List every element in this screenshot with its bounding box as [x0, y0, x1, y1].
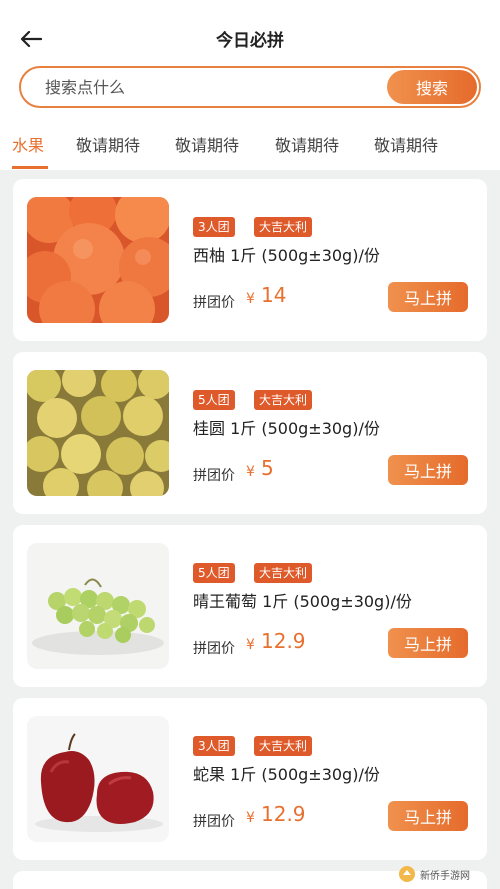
product-name: 桂圆 1斤 (500g±30g)/份 [193, 419, 380, 438]
watermark-logo-icon [399, 866, 415, 882]
join-group-button[interactable]: 马上拼 [388, 282, 468, 312]
product-card[interactable]: 5人团 大吉大利 晴王葡萄 1斤 (500g±30g)/份 拼团价 ¥ 12.9… [13, 525, 487, 687]
group-size-badge: 3人团 [193, 217, 235, 237]
product-card[interactable]: 5人团 大吉大利 桂圆 1斤 (500g±30g)/份 拼团价 ¥ 5 马上拼 [13, 352, 487, 514]
category-tabs: 水果 敬请期待 敬请期待 敬请期待 敬请期待 [0, 124, 500, 168]
grape-image [27, 543, 169, 669]
join-group-button[interactable]: 马上拼 [388, 455, 468, 485]
join-group-button[interactable]: 马上拼 [388, 801, 468, 831]
active-tab-indicator [12, 166, 48, 169]
product-name: 晴王葡萄 1斤 (500g±30g)/份 [193, 592, 412, 611]
tab-coming-soon-1[interactable]: 敬请期待 [76, 132, 140, 156]
price-value: 5 [261, 456, 274, 480]
group-size-badge: 5人团 [193, 390, 235, 410]
lucky-tag-badge: 大吉大利 [254, 563, 313, 583]
price-label: 拼团价 [193, 468, 235, 484]
search-button[interactable]: 搜索 [387, 70, 477, 104]
product-name: 西柚 1斤 (500g±30g)/份 [193, 246, 380, 265]
watermark-text: 新侨手游网 [420, 870, 470, 882]
lucky-tag-badge: 大吉大利 [254, 217, 313, 237]
group-size-badge: 5人团 [193, 563, 235, 583]
page-title: 今日必拼 [216, 30, 284, 51]
tab-coming-soon-4[interactable]: 敬请期待 [374, 132, 438, 156]
lucky-tag-badge: 大吉大利 [254, 736, 313, 756]
price-value: 14 [261, 283, 287, 307]
price-value: 12.9 [261, 802, 306, 826]
red-apple-image [27, 716, 169, 842]
tab-fruit[interactable]: 水果 [12, 132, 44, 156]
search-input[interactable] [21, 68, 387, 106]
search-bar: 搜索 [19, 66, 481, 108]
product-card[interactable]: 3人团 大吉大利 蛇果 1斤 (500g±30g)/份 拼团价 ¥ 12.9 马… [13, 698, 487, 860]
group-size-badge: 3人团 [193, 736, 235, 756]
product-name: 蛇果 1斤 (500g±30g)/份 [193, 765, 380, 784]
longan-image [27, 370, 169, 496]
price-currency: ¥ [246, 810, 255, 826]
arrow-left-icon [20, 30, 42, 48]
join-group-button[interactable]: 马上拼 [388, 628, 468, 658]
tab-coming-soon-3[interactable]: 敬请期待 [275, 132, 339, 156]
price-label: 拼团价 [193, 641, 235, 657]
price-currency: ¥ [246, 291, 255, 307]
tab-coming-soon-2[interactable]: 敬请期待 [175, 132, 239, 156]
site-watermark: 新侨手游网 [398, 862, 498, 886]
header-bar: 今日必拼 [0, 0, 500, 70]
product-card[interactable]: 3人团 大吉大利 西柚 1斤 (500g±30g)/份 拼团价 ¥ 14 马上拼 [13, 179, 487, 341]
grapefruit-image [27, 197, 169, 323]
price-label: 拼团价 [193, 814, 235, 830]
back-button[interactable] [16, 24, 46, 54]
price-label: 拼团价 [193, 295, 235, 311]
price-currency: ¥ [246, 637, 255, 653]
lucky-tag-badge: 大吉大利 [254, 390, 313, 410]
price-value: 12.9 [261, 629, 306, 653]
price-currency: ¥ [246, 464, 255, 480]
